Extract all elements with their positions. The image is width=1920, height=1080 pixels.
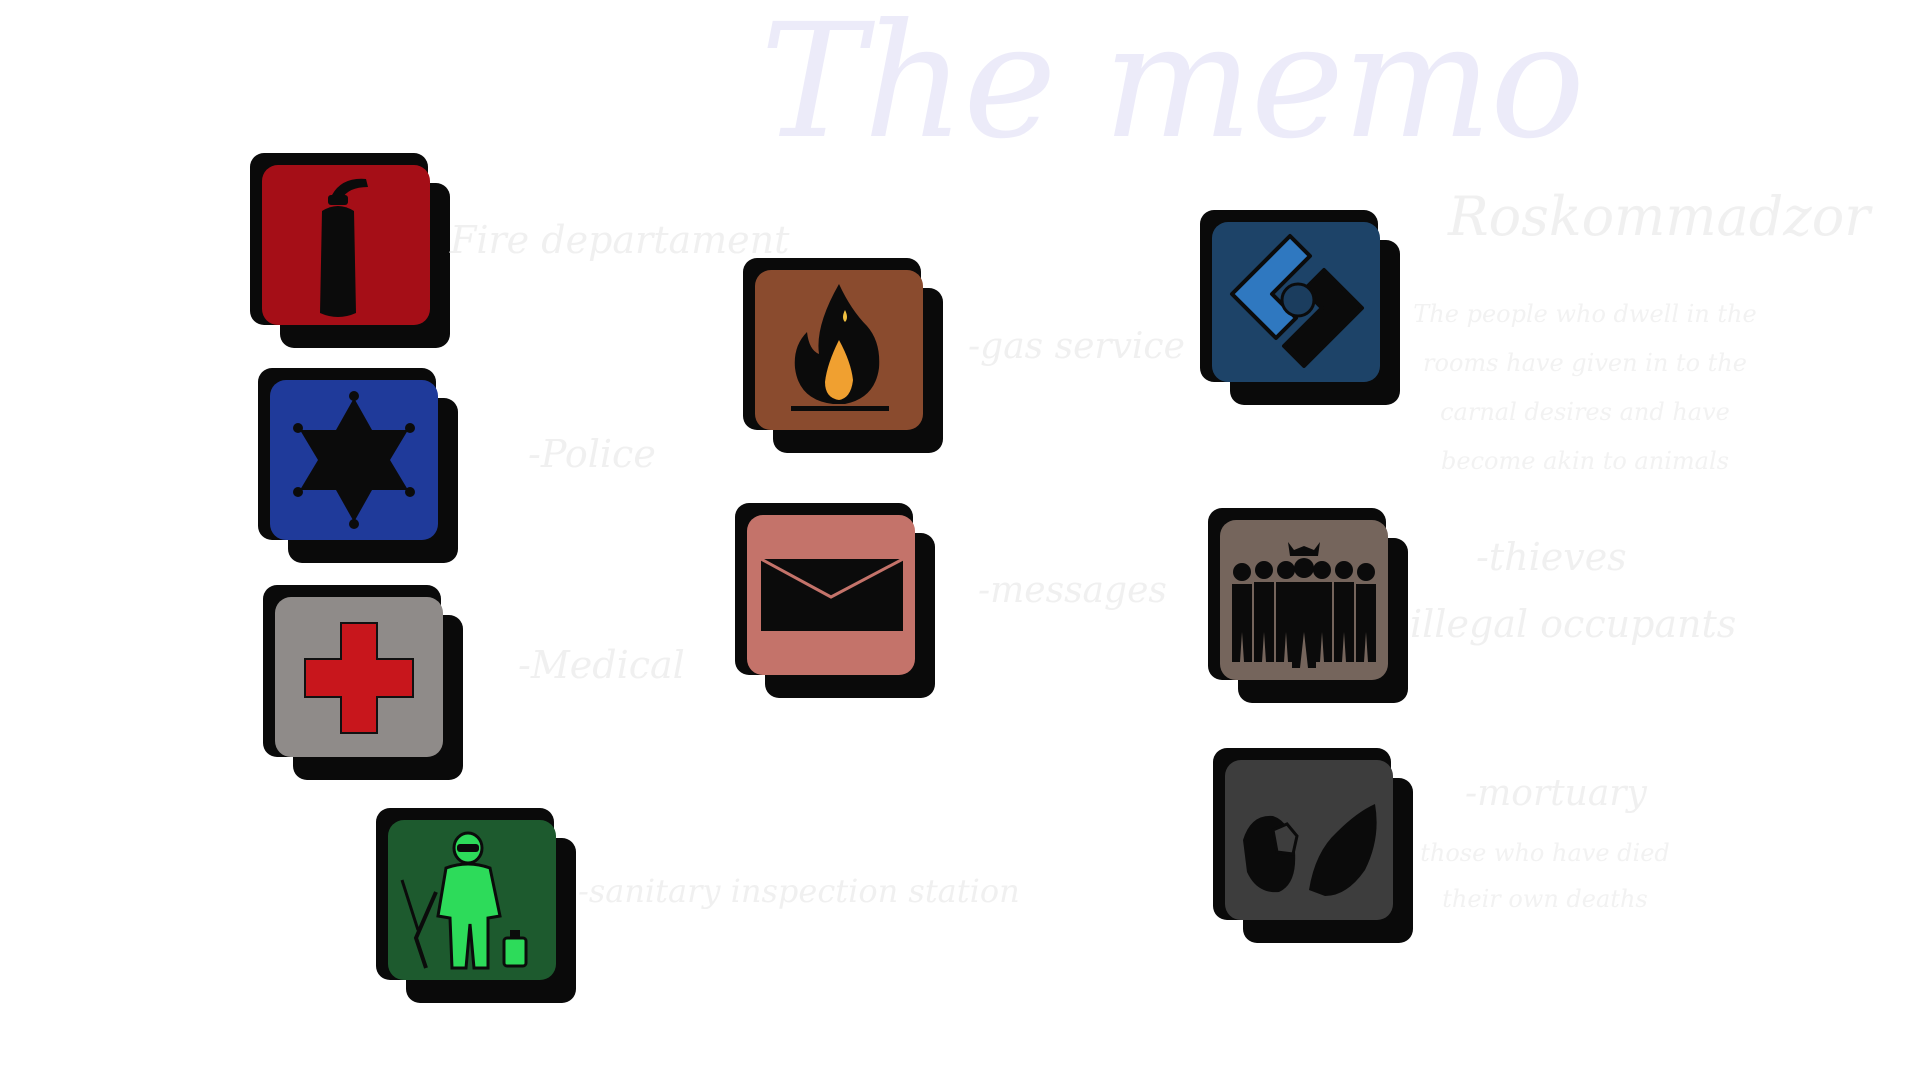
fire-department-tile[interactable] bbox=[250, 153, 450, 348]
thieves-tile[interactable] bbox=[1208, 508, 1408, 703]
memo-page: The memo Fire departament -Police -Medic… bbox=[0, 0, 1920, 1080]
roskomnadzor-tile[interactable] bbox=[1200, 210, 1400, 405]
fire-department-label: Fire departament bbox=[450, 218, 790, 262]
sanitary-station-tile[interactable] bbox=[376, 808, 576, 1003]
crowd-icon bbox=[1232, 542, 1376, 668]
fire-extinguisher-icon bbox=[320, 178, 368, 317]
messages-label: -messages bbox=[978, 570, 1167, 611]
thieves-label: -thieves bbox=[1476, 535, 1627, 579]
roskomnadzor-label: Roskommadzor bbox=[1448, 185, 1871, 248]
roskomnadzor-logo-icon bbox=[1230, 234, 1364, 368]
hazmat-worker-icon bbox=[400, 831, 528, 970]
tombstones-icon bbox=[1243, 804, 1377, 896]
medical-tile[interactable] bbox=[263, 585, 463, 780]
messages-tile[interactable] bbox=[735, 503, 935, 698]
mortuary-description: those who have died their own deaths bbox=[1420, 839, 1670, 913]
medical-label: -Medical bbox=[518, 643, 685, 687]
gas-service-label: -gas service bbox=[968, 326, 1185, 367]
red-cross-icon bbox=[304, 622, 414, 734]
page-title: The memo bbox=[760, 0, 1585, 174]
mortuary-label: -mortuary bbox=[1465, 773, 1647, 814]
police-label: -Police bbox=[528, 432, 656, 476]
flame-icon bbox=[791, 284, 889, 411]
illegal-occupants-label: illegal occupants bbox=[1410, 602, 1737, 646]
mortuary-tile[interactable] bbox=[1213, 748, 1413, 943]
police-tile[interactable] bbox=[258, 368, 458, 563]
roskomnadzor-description: The people who dwell in the rooms have g… bbox=[1413, 300, 1757, 475]
sanitary-station-label: -sanitary inspection station bbox=[578, 872, 1020, 910]
envelope-icon bbox=[760, 557, 904, 631]
gas-service-tile[interactable] bbox=[743, 258, 943, 453]
sheriff-star-icon bbox=[293, 391, 415, 529]
